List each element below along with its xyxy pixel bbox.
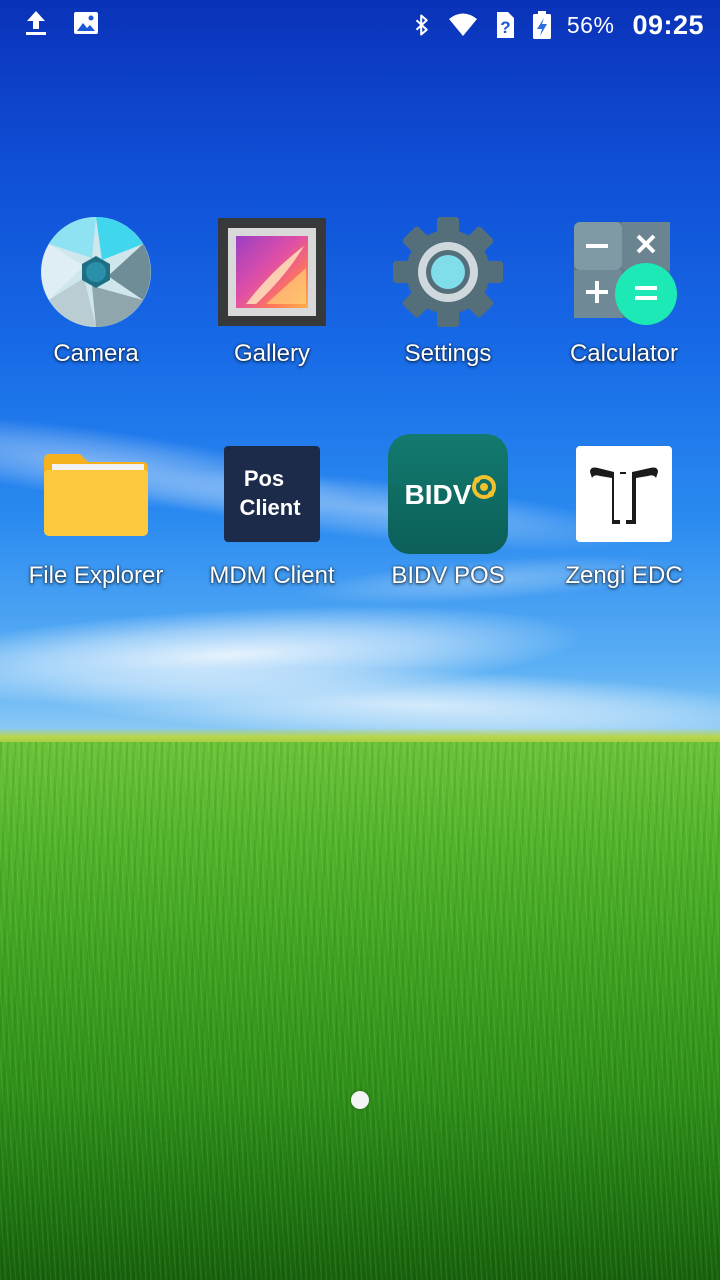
app-label: Gallery xyxy=(233,340,311,367)
app-label: BIDV POS xyxy=(391,562,505,589)
image-notification-icon xyxy=(74,12,98,34)
status-clock: 09:25 xyxy=(632,9,704,40)
calculator-icon xyxy=(562,210,686,334)
app-bidv-pos[interactable]: BIDV BIDV POS xyxy=(360,432,536,654)
no-sim-icon: ? xyxy=(496,12,514,38)
wallpaper-grass-field xyxy=(0,742,720,1280)
app-label: Camera xyxy=(53,340,139,367)
zengi-edc-icon xyxy=(562,432,686,556)
mdm-client-icon: Pos Client xyxy=(210,432,334,556)
gallery-icon xyxy=(210,210,334,334)
app-file-explorer[interactable]: File Explorer xyxy=(8,432,184,654)
bidv-icon-text: BIDV xyxy=(405,479,472,510)
upload-icon xyxy=(26,11,46,35)
wifi-icon xyxy=(448,13,477,36)
app-camera[interactable]: Camera xyxy=(8,210,184,432)
bidv-pos-icon: BIDV xyxy=(386,432,510,556)
app-label: Settings xyxy=(404,340,492,367)
page-indicator-dot[interactable] xyxy=(351,1091,369,1109)
battery-percentage: 56% xyxy=(566,11,615,38)
camera-icon xyxy=(34,210,158,334)
file-explorer-icon xyxy=(34,432,158,556)
svg-text:?: ? xyxy=(500,18,510,37)
app-label: Zengi EDC xyxy=(565,562,683,589)
app-label: MDM Client xyxy=(209,562,335,589)
battery-charging-icon xyxy=(532,11,551,39)
bluetooth-icon xyxy=(415,14,428,36)
app-grid: Camera Gallery Settings Calculator File … xyxy=(8,210,712,654)
app-zengi-edc[interactable]: Zengi EDC xyxy=(536,432,712,654)
notification-icons xyxy=(22,8,100,38)
app-label: File Explorer xyxy=(28,562,164,589)
app-mdm-client[interactable]: Pos Client MDM Client xyxy=(184,432,360,654)
mdm-icon-text-client: Client xyxy=(239,495,301,520)
status-bar[interactable]: ? 56% 09:25 xyxy=(0,0,720,50)
app-gallery[interactable]: Gallery xyxy=(184,210,360,432)
mdm-icon-text-pos: Pos xyxy=(244,466,284,491)
settings-icon xyxy=(386,210,510,334)
system-status-icons: ? 56% 09:25 xyxy=(411,6,704,44)
app-label: Calculator xyxy=(569,340,679,367)
app-settings[interactable]: Settings xyxy=(360,210,536,432)
app-calculator[interactable]: Calculator xyxy=(536,210,712,432)
